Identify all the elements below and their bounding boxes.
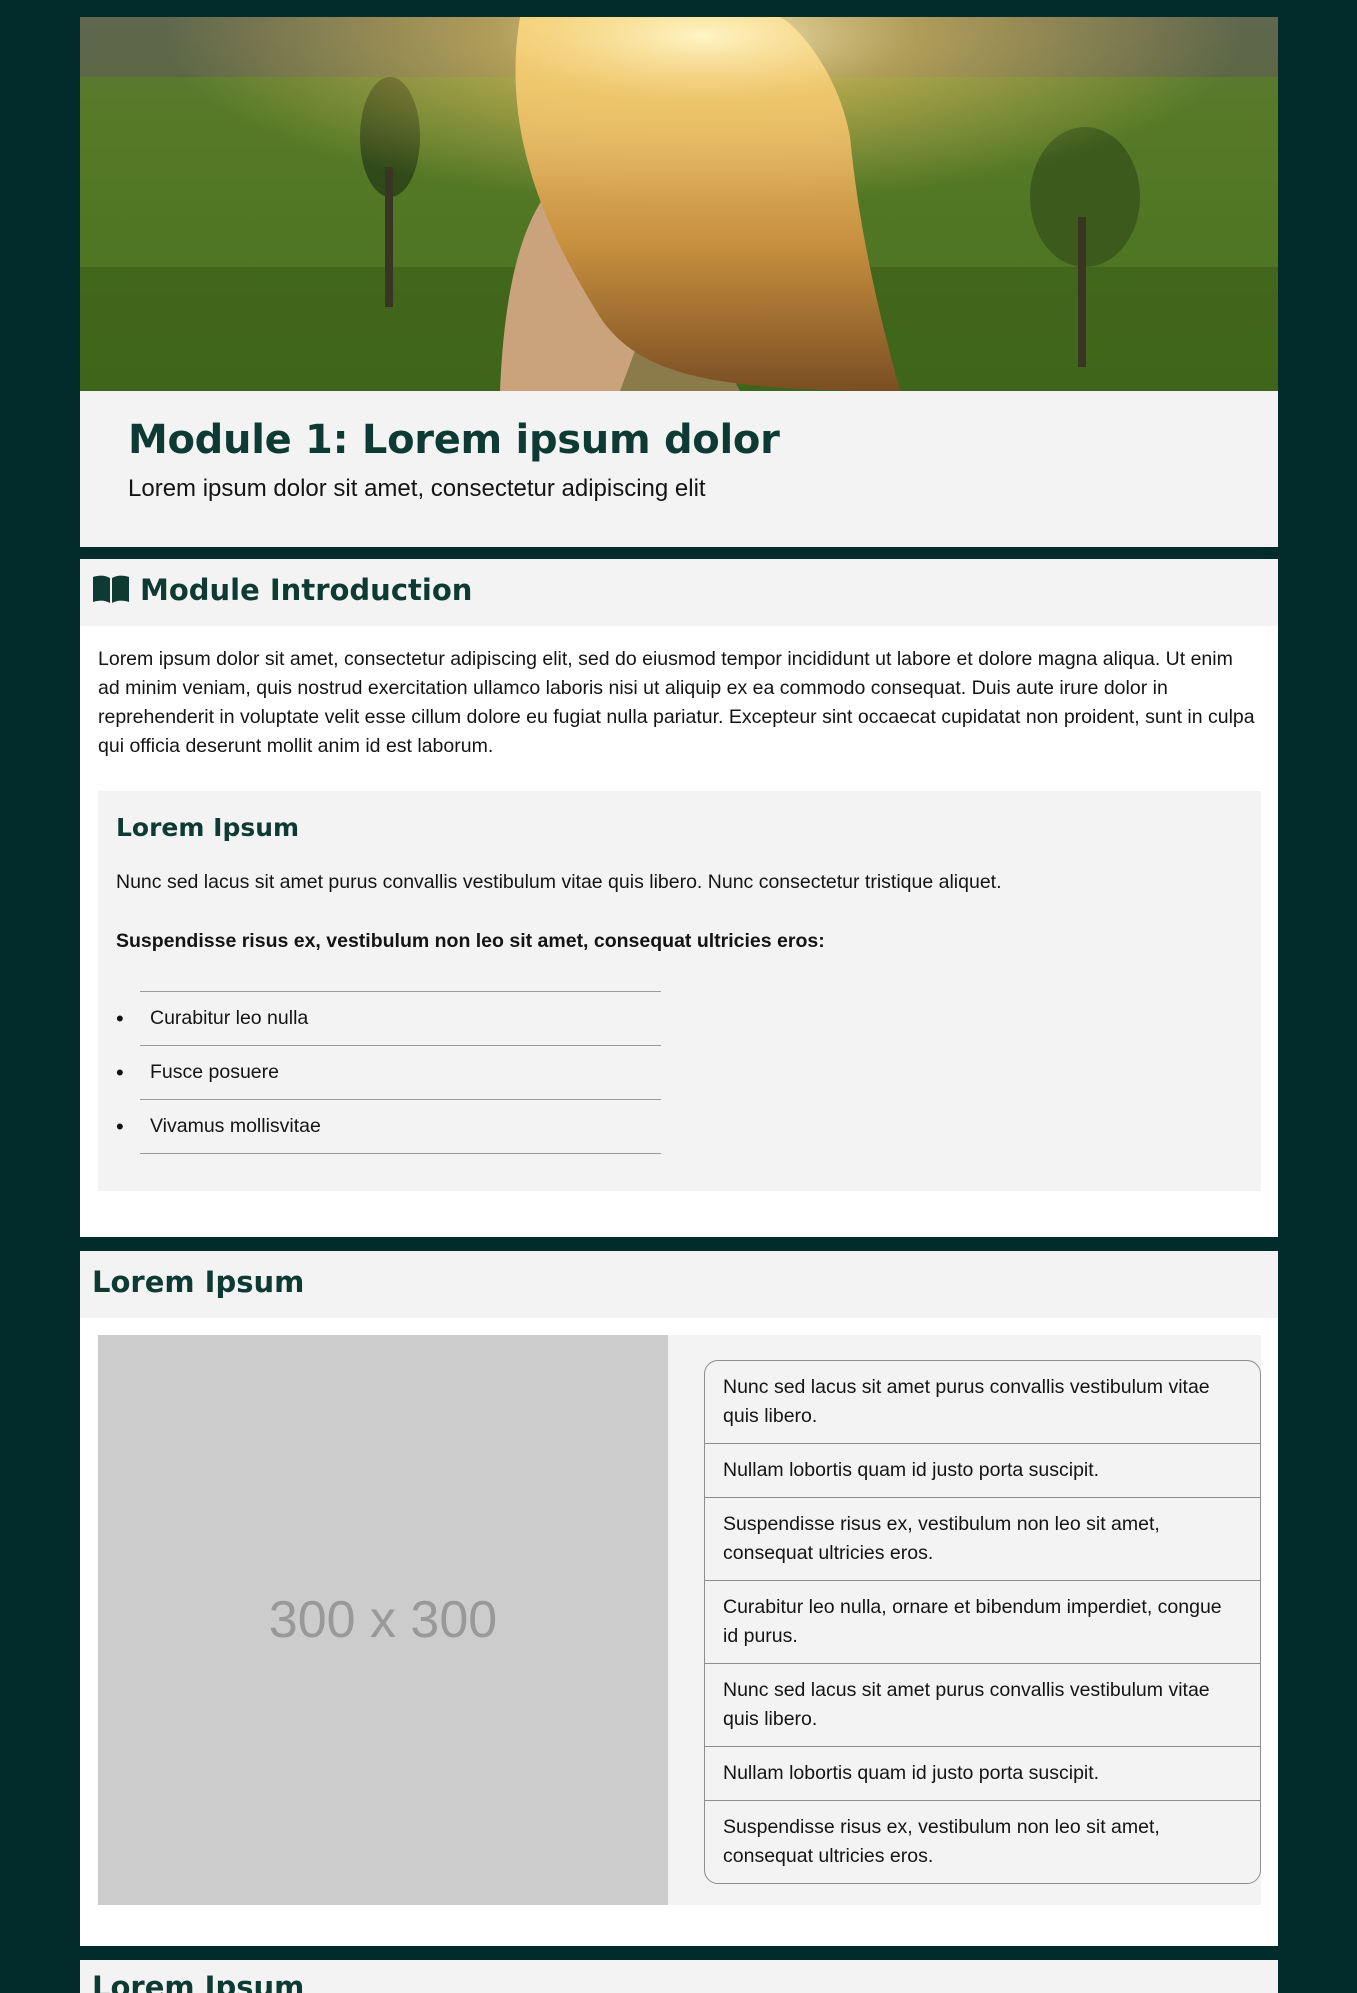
- media-row: 300 x 300 Nunc sed lacus sit amet purus …: [98, 1335, 1261, 1905]
- module-introduction-section: Module Introduction Lorem ipsum dolor si…: [80, 559, 1278, 1237]
- card-paragraph: Nunc sed lacus sit amet purus convallis …: [116, 871, 1002, 893]
- list-item-label: Vivamus mollisvitae: [150, 1115, 321, 1137]
- module-title-box: Module 1: Lorem ipsum dolor Lorem ipsum …: [80, 391, 1278, 547]
- bullet-icon: •: [116, 1114, 124, 1139]
- placeholder-image: 300 x 300: [98, 1335, 668, 1905]
- page: Module 1: Lorem ipsum dolor Lorem ipsum …: [0, 0, 1357, 1993]
- section-heading-text: Module Introduction: [140, 573, 473, 607]
- module-title: Module 1: Lorem ipsum dolor: [128, 417, 780, 463]
- section-heading: Lorem Ipsum: [92, 1265, 305, 1299]
- accordion-item[interactable]: Nullam lobortis quam id justo porta susc…: [705, 1746, 1260, 1800]
- accordion-item[interactable]: Curabitur leo nulla, ornare et bibendum …: [705, 1580, 1260, 1663]
- media-section: Lorem Ipsum 300 x 300 Nunc sed lacus sit…: [80, 1251, 1278, 1946]
- next-section: Lorem Ipsum: [80, 1960, 1278, 1993]
- accordion-item[interactable]: Nunc sed lacus sit amet purus convallis …: [705, 1361, 1260, 1443]
- accordion-list: Nunc sed lacus sit amet purus convallis …: [704, 1360, 1261, 1884]
- bullet-icon: •: [116, 1006, 124, 1031]
- list-item: • Curabitur leo nulla: [116, 991, 661, 1045]
- intro-paragraph: Lorem ipsum dolor sit amet, consectetur …: [98, 648, 1255, 757]
- section-heading: Lorem Ipsum: [92, 1970, 305, 1993]
- accordion-item[interactable]: Nullam lobortis quam id justo porta susc…: [705, 1443, 1260, 1497]
- section-heading: Module Introduction: [92, 573, 472, 611]
- book-open-icon: [92, 574, 130, 611]
- list-item: • Vivamus mollisvitae: [116, 1099, 661, 1154]
- list-item-label: Curabitur leo nulla: [150, 1007, 309, 1029]
- section-header: Module Introduction: [80, 559, 1278, 626]
- hero-photo: [80, 17, 1278, 391]
- accordion-item[interactable]: Suspendisse risus ex, vestibulum non leo…: [705, 1800, 1260, 1883]
- info-card: Lorem Ipsum Nunc sed lacus sit amet puru…: [98, 791, 1261, 1191]
- list-item-label: Fusce posuere: [150, 1061, 279, 1083]
- card-list: • Curabitur leo nulla • Fusce posuere • Viv…: [116, 991, 661, 1154]
- hero-image: [80, 17, 1278, 391]
- bullet-icon: •: [116, 1060, 124, 1085]
- section-header: Lorem Ipsum: [80, 1251, 1278, 1318]
- list-item: • Fusce posuere: [116, 1045, 661, 1099]
- module-subtitle: Lorem ipsum dolor sit amet, consectetur …: [128, 475, 706, 502]
- card-bold-paragraph: Suspendisse risus ex, vestibulum non leo…: [116, 930, 825, 952]
- placeholder-label: 300 x 300: [268, 1591, 498, 1649]
- accordion-item[interactable]: Suspendisse risus ex, vestibulum non leo…: [705, 1497, 1260, 1580]
- card-heading: Lorem Ipsum: [116, 813, 300, 842]
- accordion-item[interactable]: Nunc sed lacus sit amet purus convallis …: [705, 1663, 1260, 1746]
